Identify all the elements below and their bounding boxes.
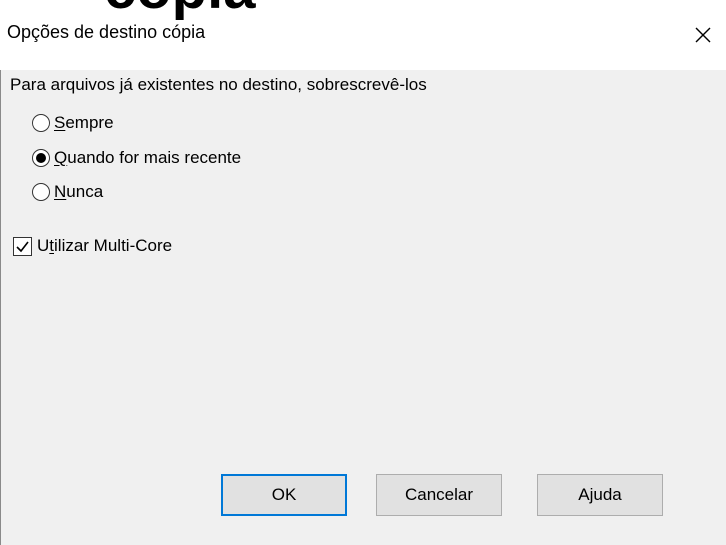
- close-icon: [695, 27, 711, 43]
- radio-button-when-newer[interactable]: [32, 149, 50, 167]
- radio-label-when-newer: Quando for mais recente: [54, 148, 242, 167]
- ok-button[interactable]: OK: [221, 474, 347, 516]
- radio-button-never[interactable]: [32, 183, 50, 201]
- help-button[interactable]: Ajuda: [537, 474, 663, 516]
- dialog-title: Opções de destino cópia: [7, 22, 206, 42]
- radio-label-never: Nunca: [54, 182, 104, 201]
- radio-never[interactable]: Nunca: [32, 180, 103, 204]
- copy-destination-options-dialog: cópia Opções de destino cópia Para arqui…: [0, 0, 726, 545]
- radio-always[interactable]: Sempre: [32, 111, 114, 135]
- multicore-checkbox[interactable]: [13, 236, 32, 256]
- cancel-button[interactable]: Cancelar: [376, 474, 502, 516]
- title-bar[interactable]: cópia Opções de destino cópia: [0, 0, 726, 70]
- checkmark-icon: [16, 241, 29, 252]
- background-window-text: cópia: [104, 0, 256, 18]
- overwrite-group-label: Para arquivos já existentes no destino, …: [10, 75, 427, 94]
- radio-button-always[interactable]: [32, 114, 50, 132]
- radio-label-always: Sempre: [54, 113, 114, 132]
- window-border: [0, 70, 1, 545]
- close-button[interactable]: [680, 14, 726, 56]
- multicore-checkbox-row[interactable]: Utilizar Multi-Core: [13, 234, 172, 258]
- multicore-label: Utilizar Multi-Core: [37, 236, 173, 255]
- radio-when-newer[interactable]: Quando for mais recente: [32, 146, 241, 170]
